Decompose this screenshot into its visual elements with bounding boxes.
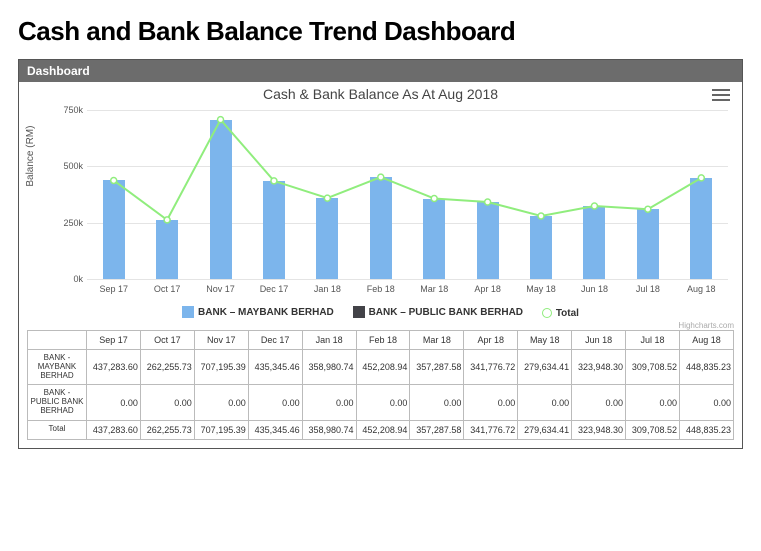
col-header: Oct 17 bbox=[140, 331, 194, 350]
chart-credit[interactable]: Highcharts.com bbox=[27, 321, 734, 330]
cell: 279,634.41 bbox=[518, 420, 572, 439]
col-header: Jan 18 bbox=[302, 331, 356, 350]
cell: 707,195.39 bbox=[194, 420, 248, 439]
cell: 448,835.23 bbox=[679, 350, 733, 385]
cell: 0.00 bbox=[464, 385, 518, 420]
cell: 358,980.74 bbox=[302, 350, 356, 385]
cell: 0.00 bbox=[87, 385, 141, 420]
y-tick: 250k bbox=[45, 218, 83, 228]
data-table: Sep 17Oct 17Nov 17Dec 17Jan 18Feb 18Mar … bbox=[27, 330, 734, 440]
legend: BANK – MAYBANK BERHAD BANK – PUBLIC BANK… bbox=[27, 306, 734, 321]
row-header: BANK - PUBLIC BANK BERHAD bbox=[28, 385, 87, 420]
cell: 0.00 bbox=[194, 385, 248, 420]
row-header: Total bbox=[28, 420, 87, 439]
cell: 0.00 bbox=[248, 385, 302, 420]
cell: 262,255.73 bbox=[140, 350, 194, 385]
col-header: Jun 18 bbox=[572, 331, 626, 350]
x-tick: Dec 17 bbox=[260, 284, 289, 294]
x-tick: Jun 18 bbox=[581, 284, 608, 294]
y-tick: 500k bbox=[45, 161, 83, 171]
cell: 707,195.39 bbox=[194, 350, 248, 385]
x-tick: Nov 17 bbox=[206, 284, 235, 294]
panel-header: Dashboard bbox=[19, 60, 742, 82]
chart-menu-icon[interactable] bbox=[712, 86, 730, 102]
cell: 358,980.74 bbox=[302, 420, 356, 439]
col-header: Jul 18 bbox=[626, 331, 680, 350]
col-header: Mar 18 bbox=[410, 331, 464, 350]
legend-item-publicbank[interactable]: BANK – PUBLIC BANK BERHAD bbox=[353, 306, 523, 318]
col-header: Dec 17 bbox=[248, 331, 302, 350]
x-tick: Oct 17 bbox=[154, 284, 181, 294]
y-tick: 750k bbox=[45, 105, 83, 115]
cell: 448,835.23 bbox=[679, 420, 733, 439]
cell: 357,287.58 bbox=[410, 350, 464, 385]
x-tick: Jul 18 bbox=[636, 284, 660, 294]
col-header: Sep 17 bbox=[87, 331, 141, 350]
cell: 341,776.72 bbox=[464, 350, 518, 385]
cell: 309,708.52 bbox=[626, 350, 680, 385]
cell: 0.00 bbox=[679, 385, 733, 420]
cell: 452,208.94 bbox=[356, 350, 410, 385]
dashboard-panel: Dashboard Cash & Bank Balance As At Aug … bbox=[18, 59, 743, 449]
cell: 0.00 bbox=[302, 385, 356, 420]
cell: 309,708.52 bbox=[626, 420, 680, 439]
cell: 262,255.73 bbox=[140, 420, 194, 439]
chart-title: Cash & Bank Balance As At Aug 2018 bbox=[27, 86, 734, 102]
cell: 0.00 bbox=[518, 385, 572, 420]
col-header: Apr 18 bbox=[464, 331, 518, 350]
table-corner bbox=[28, 331, 87, 350]
x-tick: Apr 18 bbox=[474, 284, 501, 294]
cell: 0.00 bbox=[356, 385, 410, 420]
chart-area: Balance (RM) 0k250k500k750k Sep 17Oct 17… bbox=[27, 110, 734, 300]
page-title: Cash and Bank Balance Trend Dashboard bbox=[18, 16, 743, 47]
y-axis-label: Balance (RM) bbox=[25, 126, 36, 187]
cell: 0.00 bbox=[140, 385, 194, 420]
cell: 0.00 bbox=[410, 385, 464, 420]
x-tick: May 18 bbox=[526, 284, 556, 294]
x-tick: Aug 18 bbox=[687, 284, 716, 294]
col-header: Aug 18 bbox=[679, 331, 733, 350]
cell: 0.00 bbox=[572, 385, 626, 420]
legend-item-total[interactable]: Total bbox=[542, 308, 579, 319]
cell: 437,283.60 bbox=[87, 420, 141, 439]
cell: 435,345.46 bbox=[248, 350, 302, 385]
legend-item-maybank[interactable]: BANK – MAYBANK BERHAD bbox=[182, 306, 334, 318]
col-header: Feb 18 bbox=[356, 331, 410, 350]
x-tick: Feb 18 bbox=[367, 284, 395, 294]
col-header: May 18 bbox=[518, 331, 572, 350]
row-header: BANK - MAYBANK BERHAD bbox=[28, 350, 87, 385]
cell: 279,634.41 bbox=[518, 350, 572, 385]
cell: 323,948.30 bbox=[572, 350, 626, 385]
x-tick: Sep 17 bbox=[99, 284, 128, 294]
cell: 435,345.46 bbox=[248, 420, 302, 439]
x-tick: Mar 18 bbox=[420, 284, 448, 294]
cell: 323,948.30 bbox=[572, 420, 626, 439]
cell: 437,283.60 bbox=[87, 350, 141, 385]
cell: 357,287.58 bbox=[410, 420, 464, 439]
col-header: Nov 17 bbox=[194, 331, 248, 350]
cell: 452,208.94 bbox=[356, 420, 410, 439]
y-tick: 0k bbox=[45, 274, 83, 284]
x-tick: Jan 18 bbox=[314, 284, 341, 294]
cell: 0.00 bbox=[626, 385, 680, 420]
cell: 341,776.72 bbox=[464, 420, 518, 439]
